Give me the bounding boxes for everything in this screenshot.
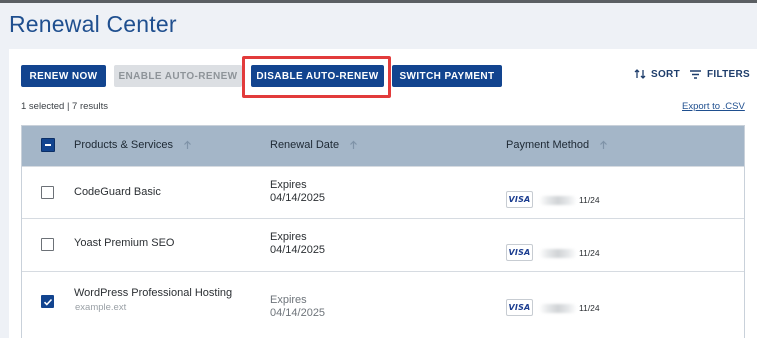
- arrow-up-icon: [184, 140, 191, 149]
- filters-label: FILTERS: [707, 68, 751, 80]
- switch-payment-button[interactable]: SWITCH PAYMENT: [392, 65, 502, 87]
- select-all-checkbox[interactable]: [41, 138, 55, 152]
- enable-auto-renew-button[interactable]: ENABLE AUTO-RENEW: [114, 65, 242, 87]
- masked-card-number: [539, 196, 577, 205]
- highlight-box: [242, 56, 391, 98]
- column-header-payment-method[interactable]: Payment Method: [506, 139, 608, 151]
- arrow-up-icon: [350, 140, 358, 149]
- product-domain: example.ext: [75, 302, 127, 313]
- renewal-date: 04/14/2025: [270, 192, 326, 204]
- card-expiry: 11/24: [579, 303, 600, 313]
- column-header-products[interactable]: Products & Services: [74, 139, 192, 151]
- column-label: Products & Services: [74, 139, 174, 151]
- renewal-date: 04/14/2025: [270, 307, 326, 319]
- masked-card-number: [539, 304, 577, 313]
- column-label: Payment Method: [506, 139, 590, 151]
- renewal-label: Expires: [270, 179, 307, 191]
- visa-card-icon: VISA: [506, 244, 533, 261]
- product-name: CodeGuard Basic: [74, 186, 161, 198]
- export-csv-link[interactable]: Export to .CSV: [682, 101, 745, 112]
- page-title: Renewal Center: [9, 11, 177, 37]
- column-header-renewal-date[interactable]: Renewal Date: [270, 139, 358, 151]
- sort-label: SORT: [651, 68, 680, 80]
- table-row[interactable]: Yoast Premium SEO Expires 04/14/2025 VIS…: [22, 218, 744, 271]
- visa-card-icon: VISA: [506, 191, 533, 208]
- visa-card-icon: VISA: [506, 299, 533, 316]
- table-row[interactable]: WordPress Professional Hosting example.e…: [22, 271, 744, 338]
- arrow-up-icon: [600, 140, 608, 149]
- top-rule: [0, 0, 757, 3]
- filter-lines-icon: [689, 69, 702, 80]
- renewals-table: Products & Services Renewal Date Payment…: [21, 125, 745, 338]
- renewal-status: Expires 04/14/2025: [270, 294, 325, 320]
- renew-now-button[interactable]: RENEW NOW: [21, 65, 106, 87]
- product-name: WordPress Professional Hosting: [74, 287, 233, 299]
- renewal-label: Expires: [270, 294, 307, 306]
- column-label: Renewal Date: [270, 139, 340, 151]
- masked-card-number: [539, 249, 577, 258]
- sort-arrows-icon: [634, 68, 646, 80]
- filters-button[interactable]: FILTERS: [689, 66, 750, 82]
- table-row[interactable]: CodeGuard Basic Expires 04/14/2025 VISA …: [22, 166, 744, 218]
- selection-summary: 1 selected | 7 results: [21, 101, 108, 112]
- card-expiry: 11/24: [579, 248, 600, 258]
- table-header: Products & Services Renewal Date Payment…: [22, 126, 744, 166]
- sort-button[interactable]: SORT: [634, 66, 680, 82]
- card-expiry: 11/24: [579, 195, 600, 205]
- renewal-status: Expires 04/14/2025: [270, 179, 325, 205]
- row-checkbox[interactable]: [41, 238, 54, 251]
- renewal-label: Expires: [270, 231, 307, 243]
- product-name: Yoast Premium SEO: [74, 237, 175, 249]
- renewal-date: 04/14/2025: [270, 244, 326, 256]
- row-checkbox[interactable]: [41, 186, 54, 199]
- checkmark-icon: [43, 298, 53, 306]
- renewal-status: Expires 04/14/2025: [270, 231, 325, 257]
- row-checkbox[interactable]: [41, 295, 54, 308]
